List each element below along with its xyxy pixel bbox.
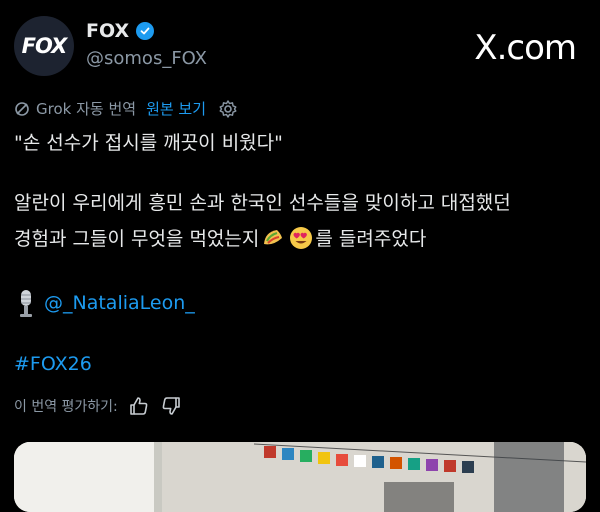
mention-row: @_NataliaLeon_ [14, 288, 195, 318]
post-media-image[interactable] [14, 442, 586, 512]
avatar-logo-text: FOX [21, 34, 68, 58]
post-text-line-2-end: 를 들려주었다 [315, 228, 427, 250]
xcom-watermark: X.com [474, 28, 577, 68]
gear-icon[interactable] [218, 99, 238, 119]
grok-icon [15, 101, 29, 116]
heart-eyes-emoji [290, 226, 313, 249]
microphone-emoji [20, 290, 32, 317]
rate-translation-label: 이 번역 평가하기: [14, 399, 118, 415]
taco-emoji [264, 229, 283, 244]
rate-translation-row: 이 번역 평가하기: [14, 395, 182, 417]
translation-bar: Grok 자동 번역 원본 보기 [14, 98, 238, 119]
show-original-link[interactable]: 원본 보기 [146, 98, 206, 119]
thumbs-up-icon[interactable] [128, 395, 150, 417]
post-text-line-1: 알란이 우리에게 흥민 손과 한국인 선수들을 맞이하고 대접했던 [14, 192, 511, 214]
avatar[interactable]: FOX [14, 16, 74, 76]
post-text-line-2: 경험과 그들이 무엇을 먹었는지 를 들려주었다 [14, 224, 426, 251]
post-quote: "손 선수가 접시를 깨끗이 비웠다" [14, 128, 590, 159]
author-name-row: FOX [86, 20, 155, 42]
display-name[interactable]: FOX [86, 20, 129, 42]
media-photo-preview [14, 442, 586, 512]
verified-badge-icon [136, 22, 155, 40]
hashtag-link[interactable]: #FOX26 [14, 353, 92, 375]
grok-translation-label: Grok 자동 번역 [36, 100, 137, 118]
post-quote-text: "손 선수가 접시를 깨끗이 비웠다" [14, 132, 283, 154]
thumbs-down-icon[interactable] [160, 395, 182, 417]
author-handle[interactable]: @somos_FOX [86, 48, 207, 69]
mention-link[interactable]: @_NataliaLeon_ [44, 292, 195, 314]
post-text-line-2-start: 경험과 그들이 무엇을 먹었는지 [14, 228, 260, 250]
